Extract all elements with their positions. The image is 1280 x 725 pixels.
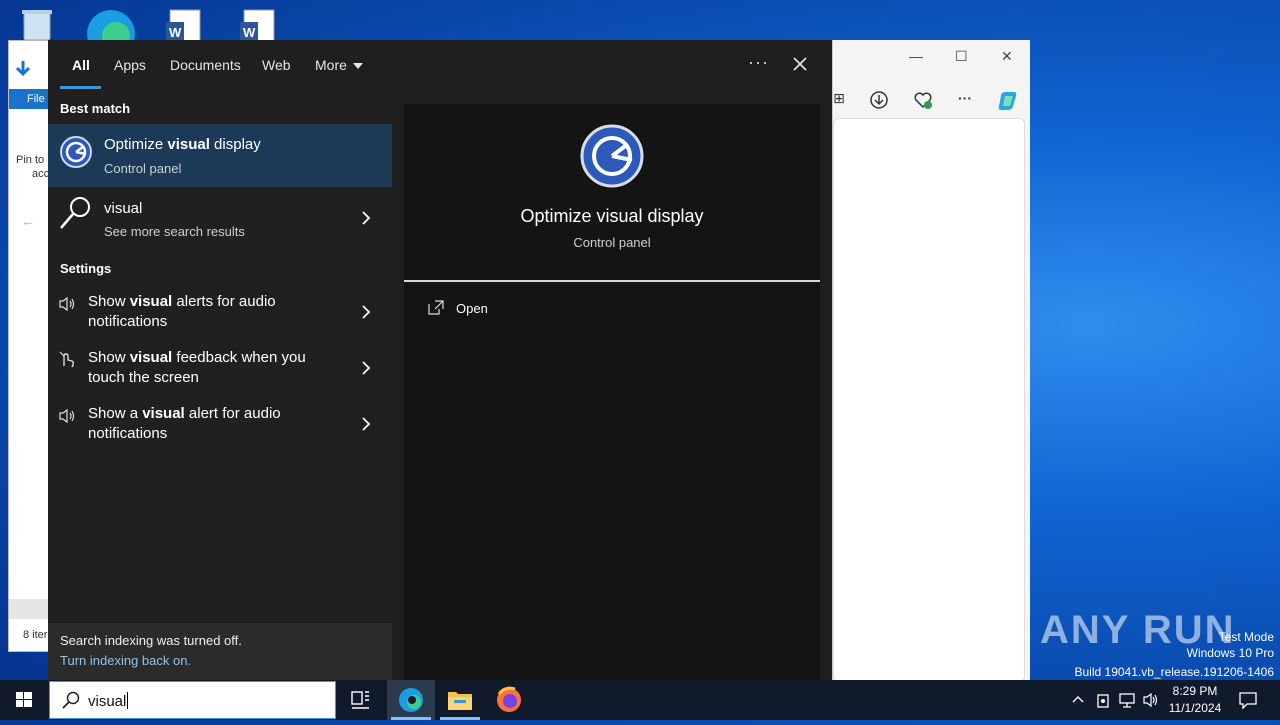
results-list: Best match Optimize visual display Contr… [48, 92, 392, 680]
indexing-notice: Search indexing was turned off. Turn ind… [48, 623, 392, 680]
watermark-line1: Test Mode [1218, 630, 1274, 644]
settings-more-icon[interactable]: ··· [955, 90, 975, 110]
tab-more[interactable]: More [315, 57, 363, 73]
best-match-subtitle: Control panel [104, 161, 182, 176]
tab-more-label: More [315, 57, 347, 73]
divider [404, 280, 820, 282]
watermark-line3: Build 19041.vb_release.191206-1406 [1074, 665, 1275, 679]
browser-toolbar: ⊞ ··· [833, 84, 1030, 114]
search-tabs: All Apps Documents Web More ··· [48, 40, 832, 92]
back-arrow-icon[interactable]: ← [21, 213, 35, 229]
web-result-title: visual [104, 200, 143, 217]
downloads-icon[interactable] [869, 90, 889, 110]
taskbar: visual 8:29 PM 11/1/2024 [0, 680, 1280, 720]
notification-center-icon[interactable] [1238, 690, 1258, 715]
setting-result[interactable]: Show visual alerts for audio notificatio… [48, 290, 392, 346]
chevron-up-icon[interactable] [1070, 691, 1086, 712]
open-action[interactable]: Open [424, 298, 624, 322]
browser-window[interactable]: — ☐ ✕ ⊞ ··· [832, 40, 1030, 682]
recycle-bin-icon[interactable] [14, 4, 60, 42]
file-tab[interactable]: File [27, 93, 45, 105]
search-icon [62, 691, 80, 714]
pin-label: Pin to [16, 154, 45, 166]
tab-all[interactable]: All [72, 57, 90, 73]
tab-apps[interactable]: Apps [114, 57, 146, 73]
volume-icon[interactable] [1142, 691, 1160, 714]
active-tab-indicator [60, 86, 101, 89]
maximize-icon[interactable]: ☐ [955, 48, 968, 65]
indexing-message: Search indexing was turned off. [60, 633, 242, 648]
taskbar-search-input[interactable]: visual [49, 681, 336, 719]
extensions-icon[interactable]: ⊞ [829, 90, 849, 110]
search-icon [58, 195, 94, 236]
text-cursor [127, 692, 129, 709]
settings-header: Settings [60, 261, 112, 276]
search-query: visual [88, 692, 129, 710]
word-document-icon[interactable]: W [236, 4, 282, 43]
chevron-right-icon[interactable] [360, 305, 372, 319]
svg-text:W: W [169, 25, 182, 40]
browser-titlebar[interactable]: — ☐ ✕ [833, 40, 1030, 76]
web-search-result[interactable]: visual See more search results [48, 189, 392, 245]
browser-content[interactable] [833, 118, 1025, 682]
setting-label: Show a visual alert for audio notificati… [88, 405, 281, 442]
ease-of-access-icon [580, 124, 644, 193]
open-label: Open [456, 301, 488, 316]
search-panel: All Apps Documents Web More ··· Best mat… [48, 40, 832, 680]
security-icon[interactable] [1095, 691, 1111, 714]
minimize-icon[interactable]: — [909, 48, 923, 64]
edge-desktop-icon[interactable] [86, 4, 135, 58]
file-explorer-taskbar-icon[interactable] [436, 680, 484, 720]
chevron-right-icon[interactable] [360, 211, 372, 225]
item-count: 8 iter [23, 629, 48, 641]
setting-label: Show visual alerts for audio notificatio… [88, 293, 276, 330]
preview-title: Optimize visual display [520, 206, 704, 226]
tab-web[interactable]: Web [262, 57, 291, 73]
best-match-header: Best match [60, 101, 131, 116]
preview-subtitle: Control panel [573, 235, 651, 250]
more-options-button[interactable]: ··· [748, 52, 769, 73]
clock-date: 11/1/2024 [1168, 701, 1222, 715]
window-close-icon[interactable]: ✕ [1001, 48, 1013, 65]
watermark-line2: Windows 10 Pro [1186, 646, 1274, 660]
close-icon[interactable] [788, 52, 812, 76]
chevron-down-icon [352, 63, 363, 70]
download-arrow-icon [13, 59, 33, 84]
browser-essentials-icon[interactable] [913, 90, 933, 110]
best-match-title: Optimize visual display [104, 136, 261, 153]
network-icon[interactable] [1118, 691, 1136, 714]
best-match-result[interactable]: Optimize visual display Control panel [48, 124, 392, 187]
word-document-icon[interactable]: W [162, 4, 208, 43]
copilot-icon[interactable] [997, 90, 1017, 110]
chevron-right-icon[interactable] [360, 361, 372, 375]
svg-text:W: W [243, 25, 256, 40]
clock[interactable]: 8:29 PM 11/1/2024 [1160, 683, 1230, 717]
pin-to-quick-access[interactable]: Pin to acc [16, 153, 49, 181]
setting-result[interactable]: Show a visual alert for audio notificati… [48, 402, 392, 458]
ease-of-access-icon [60, 136, 92, 173]
task-view-button[interactable] [336, 680, 384, 720]
clock-time: 8:29 PM [1172, 684, 1218, 698]
touch-icon [58, 350, 76, 368]
web-result-subtitle: See more search results [104, 224, 245, 239]
speaker-icon [58, 408, 76, 424]
speaker-icon [58, 296, 76, 312]
turn-indexing-on-link[interactable]: Turn indexing back on. [60, 653, 191, 668]
setting-label: Show visual feedback when you touch the … [88, 349, 306, 386]
edge-taskbar-icon[interactable] [387, 680, 435, 720]
open-icon [428, 300, 444, 321]
firefox-taskbar-icon[interactable] [485, 680, 533, 720]
setting-result[interactable]: Show visual feedback when you touch the … [48, 346, 392, 402]
chevron-right-icon[interactable] [360, 417, 372, 431]
pin-label-2: acc [32, 168, 50, 180]
start-button[interactable] [0, 680, 48, 720]
preview-pane: Optimize visual display Control panel Op… [404, 104, 820, 680]
tab-documents[interactable]: Documents [170, 57, 241, 73]
